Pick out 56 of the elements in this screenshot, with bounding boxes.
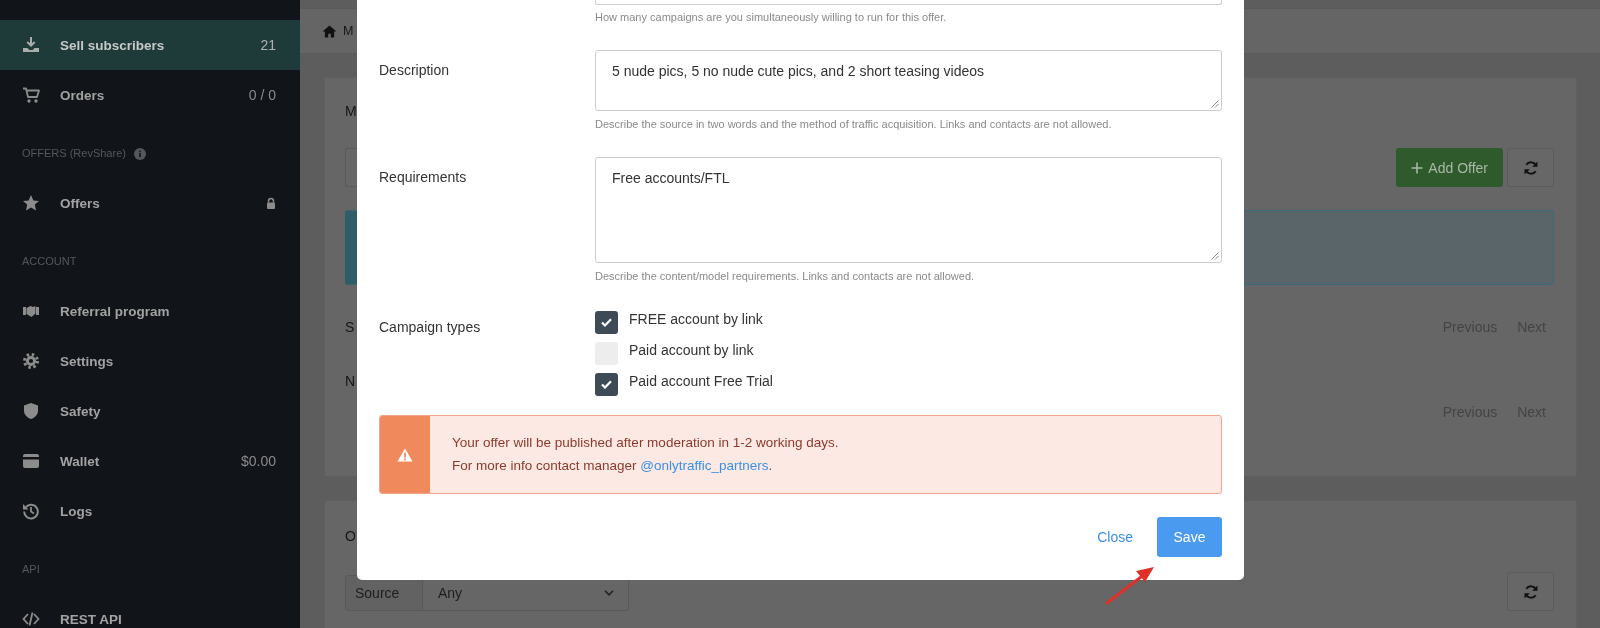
checkbox-label[interactable]: FREE account by link bbox=[629, 311, 763, 328]
checkbox[interactable] bbox=[595, 311, 618, 334]
section-header: API bbox=[22, 563, 40, 576]
checkmark-icon bbox=[601, 318, 612, 327]
field-label: Campaign types bbox=[379, 318, 482, 337]
item-count: 0 / 0 bbox=[248, 87, 276, 103]
refresh-button[interactable] bbox=[1507, 148, 1554, 187]
input-field[interactable] bbox=[345, 148, 357, 187]
field-label: Requirements bbox=[379, 167, 468, 187]
item-count: $0.00 bbox=[240, 453, 276, 469]
help-text: Describe the source in two words and the method of traffic acquisition. Links and contacts are not allowed. bbox=[595, 117, 1113, 131]
add-offer-button[interactable]: Add Offer bbox=[1396, 148, 1503, 187]
sidebar-item[interactable]: Sell subscribers 21 bbox=[0, 20, 300, 70]
section-header: OFFERS (RevShare) bbox=[22, 147, 126, 160]
checkbox-label[interactable]: Paid account Free Trial bbox=[629, 373, 773, 390]
card-title: M bbox=[345, 102, 357, 121]
checkmark-icon bbox=[601, 380, 612, 389]
section-header: ACCOUNT bbox=[22, 255, 77, 268]
textarea-field[interactable]: Free accounts/FTL bbox=[595, 157, 1222, 263]
sidebar-item[interactable]: Wallet $0.00 bbox=[0, 436, 300, 486]
table-text: N bbox=[345, 372, 356, 391]
gear-icon bbox=[22, 352, 40, 370]
code-icon bbox=[22, 610, 40, 628]
sidebar-item[interactable]: Referral program bbox=[0, 286, 300, 336]
plus-icon bbox=[1411, 161, 1424, 174]
help-text: How many campaigns are you simultaneously willing to run for this offer. bbox=[595, 10, 948, 24]
chevron-down-icon bbox=[604, 590, 614, 596]
sidebar-item[interactable]: Settings bbox=[0, 336, 300, 386]
alert-message: Your offer will be published after moderation in 1-2 working days. For more info contact manager @onlytraffic_partners. bbox=[451, 434, 839, 475]
shield-icon bbox=[22, 402, 40, 420]
star-icon bbox=[22, 194, 40, 212]
sidebar-item[interactable]: Logs bbox=[0, 486, 300, 536]
wallet-icon bbox=[22, 452, 40, 470]
refresh-button[interactable] bbox=[1507, 572, 1554, 611]
sidebar-item[interactable]: Orders 0 / 0 bbox=[0, 70, 300, 120]
sidebar-item[interactable]: REST API bbox=[0, 594, 300, 628]
checkbox-label[interactable]: Paid account by link bbox=[629, 342, 754, 359]
resize-grip-icon[interactable] bbox=[1211, 252, 1219, 260]
resize-grip-icon[interactable] bbox=[1211, 100, 1219, 108]
cart-icon bbox=[22, 86, 40, 104]
home-icon[interactable] bbox=[322, 24, 337, 38]
refresh-icon bbox=[1522, 159, 1539, 176]
field-label: Description bbox=[379, 60, 451, 80]
checkbox[interactable] bbox=[595, 373, 618, 396]
sidebar-item[interactable]: Offers bbox=[0, 178, 300, 228]
warning-icon bbox=[397, 447, 413, 462]
help-text: Describe the content/model requirements. Links and contacts are not allowed. bbox=[595, 269, 976, 283]
download-tray-icon bbox=[22, 36, 40, 54]
refresh-icon bbox=[1522, 583, 1539, 600]
item-count: 21 bbox=[260, 37, 276, 53]
annotation-arrow bbox=[1105, 565, 1155, 605]
sidebar-item[interactable]: Safety bbox=[0, 386, 300, 436]
history-icon bbox=[22, 502, 40, 520]
table-text: S bbox=[345, 319, 355, 335]
textarea-field[interactable]: 5 nude pics, 5 no nude cute pics, and 2 short teasing videos bbox=[595, 50, 1222, 111]
card-title: O bbox=[345, 527, 356, 546]
